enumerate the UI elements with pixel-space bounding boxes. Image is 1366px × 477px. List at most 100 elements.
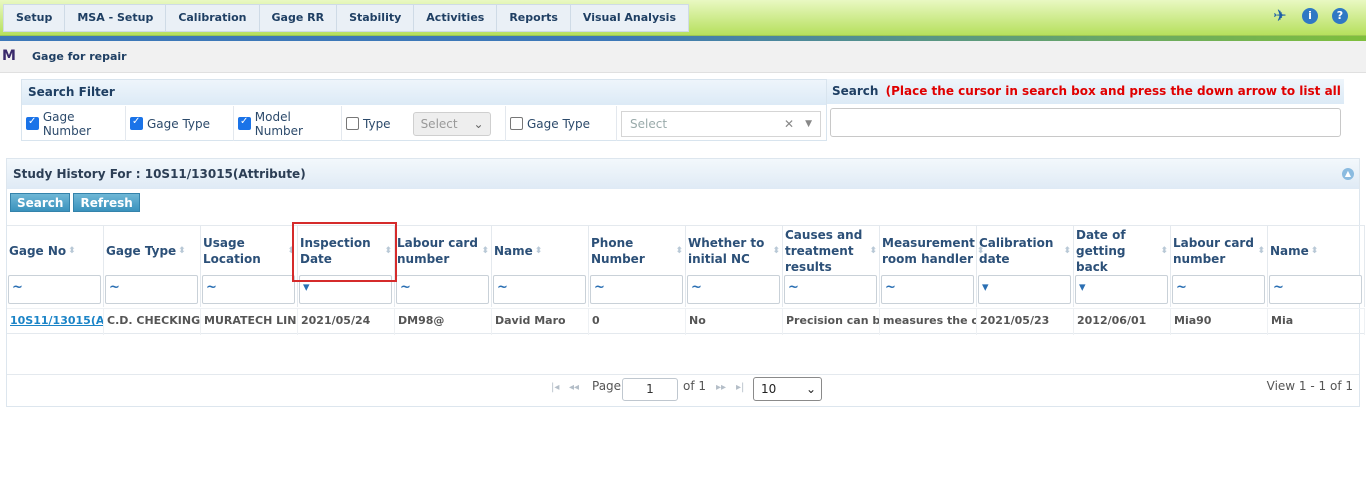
table-cell: 2021/05/24 [298, 309, 395, 335]
menu-calibration[interactable]: Calibration [166, 5, 260, 31]
column-filter-input[interactable]: ~ [493, 275, 586, 304]
gage-type-label: Gage Type [147, 116, 211, 131]
gage-type-select-cell: Select ✕ ▼ [617, 106, 827, 141]
column-header[interactable]: Name ⬍ [492, 226, 589, 274]
column-filter-input[interactable]: ~ [590, 275, 683, 304]
column-filter-input[interactable]: ~ [202, 275, 295, 304]
caret-down-icon: ▼ [805, 118, 812, 129]
menu-setup[interactable]: Setup [4, 5, 66, 31]
menu-reports[interactable]: Reports [497, 5, 571, 31]
info-icon[interactable]: i [1302, 8, 1318, 24]
sort-icon[interactable]: ⬍ [869, 243, 877, 259]
column-header[interactable]: Inspection Date ⬍ [298, 226, 395, 274]
column-header[interactable]: Whether to initial NC ⬍ [686, 226, 783, 274]
column-filter-cell: ~ [880, 273, 977, 307]
column-header[interactable]: Name ⬍ [1268, 226, 1365, 274]
collapse-icon[interactable]: ▲ [1342, 168, 1354, 180]
filter-gage-type-2[interactable]: Gage Type [506, 106, 617, 141]
column-header[interactable]: Usage Location ⬍ [201, 226, 298, 274]
column-filter-input[interactable]: ~ [784, 275, 877, 304]
sort-icon[interactable]: ⬍ [1257, 243, 1265, 259]
menu-visual-analysis[interactable]: Visual Analysis [571, 5, 688, 31]
sort-icon[interactable]: ⬍ [1311, 243, 1319, 259]
table-cell: C.D. CHECKING G [104, 309, 201, 335]
column-header[interactable]: Causes and treatment results ⬍ [783, 226, 880, 274]
sort-icon[interactable]: ⬍ [287, 243, 295, 259]
table-cell: 0 [589, 309, 686, 335]
search-button[interactable]: Search [10, 193, 71, 212]
prev-page-icon[interactable]: ◂◂ [569, 382, 579, 393]
column-filter-input[interactable]: ~ [8, 275, 101, 304]
column-header[interactable]: Date of getting back ⬍ [1074, 226, 1171, 274]
sort-icon[interactable]: ⬍ [1160, 243, 1168, 259]
column-header[interactable]: Labour card number ⬍ [395, 226, 492, 274]
menu-stability[interactable]: Stability [337, 5, 415, 31]
gage-type-select[interactable]: Select ✕ ▼ [621, 110, 821, 137]
help-icon[interactable]: ? [1332, 8, 1348, 24]
menu-gage-rr[interactable]: Gage RR [260, 5, 338, 31]
grid-pager: |◂ ◂◂ Page 1 of 1 ▸▸ ▸| 10 ⌄ View 1 - 1 … [7, 374, 1359, 406]
search-header: Search (Place the cursor in search box a… [827, 79, 1344, 123]
column-header[interactable]: Measurement room handler ⬍ [880, 226, 984, 274]
sort-icon[interactable]: ⬍ [481, 243, 489, 259]
column-filter-input[interactable]: ▾ [299, 275, 392, 304]
menu-activities[interactable]: Activities [414, 5, 498, 31]
sort-icon[interactable]: ⬍ [1063, 243, 1071, 259]
gage-number-checkbox[interactable] [26, 116, 39, 130]
gage-type-select-value: Select [630, 116, 668, 131]
sort-icon[interactable]: ⬍ [772, 243, 780, 259]
column-filter-input[interactable]: ~ [396, 275, 489, 304]
column-header[interactable]: Gage No ⬍ [7, 226, 104, 274]
column-filter-input[interactable]: ~ [881, 275, 974, 304]
column-filter-input[interactable]: ~ [105, 275, 198, 304]
last-page-icon[interactable]: ▸| [736, 382, 744, 393]
column-filter-input[interactable]: ~ [1172, 275, 1265, 304]
next-page-icon[interactable]: ▸▸ [716, 382, 726, 393]
model-number-checkbox[interactable] [238, 116, 251, 130]
column-header-label: Name [1270, 244, 1309, 258]
filter-type[interactable]: Type Select ⌄ [342, 106, 506, 141]
pin-icon[interactable]: ✈ [1272, 8, 1288, 24]
column-header-label: Date of getting back [1076, 228, 1126, 274]
search-filter-title: Search Filter [22, 80, 826, 105]
filter-gage-type[interactable]: Gage Type [126, 106, 234, 141]
column-header[interactable]: Labour card number ⬍ [1171, 226, 1268, 274]
rows-per-page-value: 10 [761, 382, 777, 396]
gage-no-link[interactable]: 10S11/13015(At [7, 309, 104, 335]
breadcrumb-current[interactable]: Gage for repair [32, 50, 127, 63]
top-icons: ✈ i ? [1272, 8, 1348, 24]
table-cell: David Maro [492, 309, 589, 335]
column-filter-input[interactable]: ~ [687, 275, 780, 304]
table-cell: measures the c [880, 309, 977, 335]
type-select[interactable]: Select ⌄ [412, 111, 491, 136]
column-header[interactable]: Calibration date ⬍ [977, 226, 1074, 274]
sort-icon[interactable]: ⬍ [68, 243, 76, 259]
gage-type-2-checkbox[interactable] [510, 117, 523, 130]
first-page-icon[interactable]: |◂ [551, 382, 559, 393]
refresh-button[interactable]: Refresh [73, 193, 140, 212]
type-checkbox[interactable] [346, 117, 359, 130]
grid-caption: Study History For : 10S11/13015(Attribut… [7, 159, 1359, 189]
grid-toolbar: Search Refresh [10, 193, 140, 212]
column-header[interactable]: Phone Number ⬍ [589, 226, 686, 274]
menu-msa-setup[interactable]: MSA - Setup [65, 5, 167, 31]
page-input[interactable]: 1 [622, 378, 678, 401]
gage-type-checkbox[interactable] [130, 116, 143, 130]
sort-icon[interactable]: ⬍ [384, 243, 392, 259]
clear-icon[interactable]: ✕ [784, 112, 794, 136]
sort-icon[interactable]: ⬍ [675, 243, 683, 259]
search-input[interactable] [830, 108, 1341, 137]
filter-model-number[interactable]: Model Number [234, 106, 342, 141]
column-header-label: Labour card number [397, 236, 478, 266]
rows-per-page-select[interactable]: 10 ⌄ [753, 377, 822, 401]
table-cell: MURATECH LINE [201, 309, 298, 335]
filter-gage-number[interactable]: Gage Number [22, 106, 126, 141]
column-header[interactable]: Gage Type ⬍ [104, 226, 201, 274]
sort-icon[interactable]: ⬍ [535, 243, 543, 259]
sort-icon[interactable]: ⬍ [178, 243, 186, 259]
column-header-label: Inspection Date [300, 236, 371, 266]
column-filter-input[interactable]: ▾ [1075, 275, 1168, 304]
table-cell: 2012/06/01 [1074, 309, 1171, 335]
column-filter-input[interactable]: ~ [1269, 275, 1362, 304]
column-filter-input[interactable]: ▾ [978, 275, 1071, 304]
